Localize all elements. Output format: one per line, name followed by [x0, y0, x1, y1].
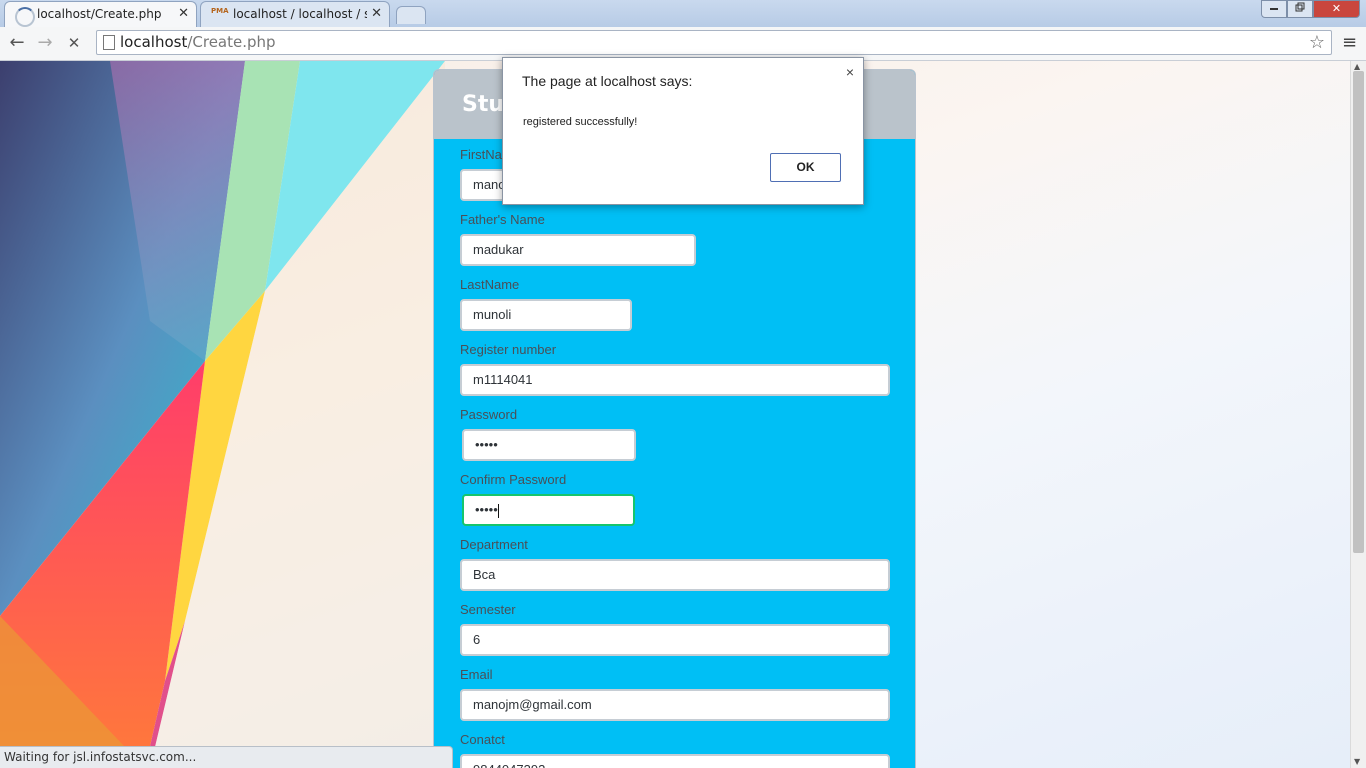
address-url: localhost/Create.php: [120, 33, 276, 51]
tab-label: localhost / localhost / stud: [233, 7, 367, 21]
register-number-input[interactable]: m1114041: [460, 364, 890, 396]
fathers-name-label: Father's Name: [460, 212, 545, 227]
semester-input[interactable]: 6: [460, 624, 890, 656]
title-bar: localhost/Create.php ✕ PMA localhost / l…: [0, 0, 1366, 27]
maximize-button[interactable]: [1287, 0, 1313, 18]
password-input[interactable]: •••••: [462, 429, 636, 461]
loading-spinner-icon: [15, 7, 35, 27]
bookmark-star-icon[interactable]: ☆: [1309, 31, 1325, 54]
confirm-password-value: •••••: [475, 502, 498, 517]
email-input[interactable]: manojm@gmail.com: [460, 689, 890, 721]
contact-input[interactable]: 9844047392: [460, 754, 890, 768]
last-name-label: LastName: [460, 277, 520, 292]
scroll-down-arrow-icon[interactable]: ▼: [1354, 757, 1360, 766]
address-bar[interactable]: localhost/Create.php ☆: [96, 30, 1332, 55]
restore-icon: [1295, 2, 1305, 12]
phpmyadmin-icon: PMA: [211, 7, 229, 15]
vertical-scrollbar[interactable]: ▲ ▼: [1350, 61, 1366, 768]
minimize-icon: [1270, 8, 1278, 10]
back-button[interactable]: ←: [6, 32, 28, 54]
close-tab-icon[interactable]: ✕: [371, 2, 382, 26]
minimize-button[interactable]: [1261, 0, 1287, 18]
confirm-password-input[interactable]: •••••: [462, 494, 635, 526]
confirm-password-label: Confirm Password: [460, 472, 567, 487]
contact-label: Conatct: [460, 732, 505, 747]
window-close-button[interactable]: ✕: [1313, 0, 1360, 18]
tab-create-php[interactable]: localhost/Create.php ✕: [4, 1, 197, 27]
email-label: Email: [460, 667, 493, 682]
dialog-close-icon[interactable]: ×: [846, 64, 854, 80]
dialog-title: The page at localhost says:: [522, 73, 693, 89]
department-input[interactable]: Bca: [460, 559, 890, 591]
new-tab-button[interactable]: [396, 6, 426, 24]
dialog-message: registered successfully!: [523, 116, 638, 128]
semester-label: Semester: [460, 602, 516, 617]
register-number-label: Register number: [460, 342, 557, 357]
stop-loading-button[interactable]: ✕: [63, 32, 85, 54]
tab-phpmyadmin[interactable]: PMA localhost / localhost / stud ✕: [200, 1, 390, 27]
password-label: Password: [460, 407, 518, 422]
alert-dialog: The page at localhost says: × registered…: [502, 57, 864, 205]
scrollbar-thumb[interactable]: [1353, 71, 1364, 553]
chrome-menu-icon[interactable]: ≡: [1342, 32, 1360, 54]
text-caret: [497, 503, 499, 518]
ok-button[interactable]: OK: [770, 153, 841, 182]
status-bubble: Waiting for jsl.infostatsvc.com...: [0, 746, 453, 768]
browser-toolbar: ← → ✕ localhost/Create.php ☆ ≡: [0, 27, 1366, 61]
department-label: Department: [460, 537, 528, 552]
page-icon: [103, 35, 115, 50]
forward-button[interactable]: →: [34, 32, 56, 54]
scroll-up-arrow-icon[interactable]: ▲: [1354, 62, 1360, 71]
close-tab-icon[interactable]: ✕: [178, 2, 189, 26]
fathers-name-input[interactable]: madukar: [460, 234, 696, 266]
last-name-input[interactable]: munoli: [460, 299, 632, 331]
tab-label: localhost/Create.php: [37, 7, 162, 21]
